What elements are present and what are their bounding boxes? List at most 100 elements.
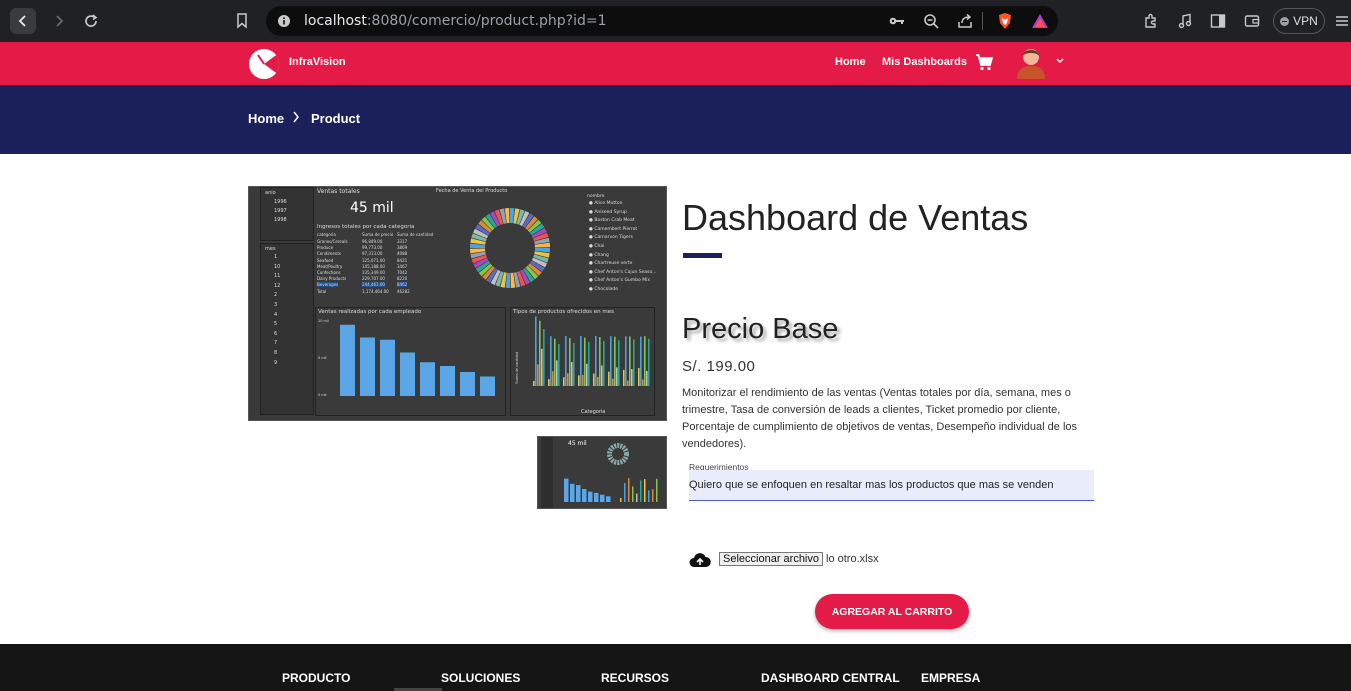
grouped-bar xyxy=(623,369,625,386)
browser-toolbar: localhost:8080/comercio/product.php?id=1… xyxy=(0,0,1351,42)
add-to-cart-button[interactable]: AGREGAR AL CARRITO xyxy=(815,594,969,629)
table-cell: 1,174,464.00 xyxy=(362,288,389,294)
zoom-out-icon[interactable] xyxy=(922,12,940,30)
address-bar[interactable]: localhost:8080/comercio/product.php?id=1 xyxy=(266,6,1058,36)
thumb-grouped-bar xyxy=(620,498,622,502)
thumb-bar xyxy=(606,496,611,502)
anio-slicer: anio 1996 1997 1998 xyxy=(260,187,314,241)
grouped-bar xyxy=(648,338,650,386)
legend-item: ● Chang xyxy=(589,252,609,258)
table-cell: Meat/Poultry xyxy=(317,263,343,269)
menu-icon[interactable] xyxy=(1334,12,1350,30)
table-cell: Beverages xyxy=(317,282,339,288)
thumb-grouped-bar xyxy=(656,478,658,502)
month-item: 8 xyxy=(274,350,278,356)
vpn-button[interactable]: VPN xyxy=(1273,8,1325,34)
table-cell: Total xyxy=(317,288,327,294)
thumb-grouped-bar xyxy=(624,483,626,502)
month-item: 5 xyxy=(274,321,278,328)
employee-bar xyxy=(400,352,415,396)
wallet-icon[interactable] xyxy=(1243,12,1261,30)
brand-name[interactable]: InfraVision xyxy=(289,56,346,68)
footer-heading-soluciones: SOLUCIONES xyxy=(441,671,521,685)
table-cell: 135,349.00 xyxy=(362,270,385,275)
grouped-bar xyxy=(608,371,610,386)
infravision-logo[interactable] xyxy=(249,49,279,79)
grouped-bar xyxy=(614,336,616,386)
employee-chart-panel: Ventas realizadas por cada empleado 10 m… xyxy=(315,307,506,416)
grouped-bar xyxy=(603,341,605,386)
forward-icon[interactable] xyxy=(46,8,72,34)
thumb-bar xyxy=(594,492,599,502)
anio-label: anio xyxy=(265,190,276,196)
file-select-button[interactable]: Seleccionar archivo xyxy=(719,552,823,566)
grouped-bar xyxy=(601,365,603,386)
user-avatar[interactable] xyxy=(1014,45,1048,79)
grouped-bar xyxy=(586,363,588,386)
legend-item: ● Chocolade xyxy=(589,287,618,292)
requirements-input[interactable]: Quiero que se enfoquen en resaltar mas l… xyxy=(689,470,1094,501)
thumb-kpi-value: 45 mil xyxy=(568,440,587,447)
employee-bar xyxy=(380,339,395,396)
employee-bar xyxy=(480,376,495,396)
brave-shield-icon[interactable] xyxy=(996,11,1014,31)
thumb-bars xyxy=(564,478,658,502)
sidebar-icon[interactable] xyxy=(1209,12,1227,30)
table-cell: Dairy Products xyxy=(317,276,347,282)
legend-item: ● Carnarvon Tigers xyxy=(589,235,633,241)
legend-item: ● Chef Anton's Cajun Seaso... xyxy=(589,269,657,275)
brave-rewards-icon[interactable] xyxy=(1030,12,1050,30)
mes-slicer: mes 1 10 11 12 2 3 4 5 6 7 8 9 xyxy=(260,243,314,415)
thumb-bar xyxy=(582,489,587,502)
extensions-icon[interactable] xyxy=(1142,12,1160,30)
nav-home[interactable]: Home xyxy=(835,56,866,68)
donut-chart xyxy=(470,208,550,288)
product-type-chart-panel: Tipos de productos ofrecidos en mes Suma… xyxy=(510,307,655,416)
table-cell: 46282 xyxy=(397,288,410,294)
grouped-bar xyxy=(610,336,612,386)
product-thumbnail[interactable]: 45 mil xyxy=(537,436,667,509)
music-icon[interactable] xyxy=(1176,12,1194,30)
thumb-donut xyxy=(607,443,629,465)
table-cell: 99,773.00 xyxy=(362,245,383,251)
product-price: S/. 199.00 xyxy=(682,358,756,375)
thumb-grouped-bar xyxy=(636,493,638,502)
table-cell: Condiments xyxy=(317,251,341,257)
vpn-label: VPN xyxy=(1293,14,1318,28)
product-main-image[interactable]: anio 1996 1997 1998 mes 1 10 11 12 2 3 4 5 6 7 8 9 … xyxy=(248,186,667,421)
reload-icon[interactable] xyxy=(80,8,102,34)
year-item: 1996 xyxy=(274,199,287,205)
month-item: 9 xyxy=(274,359,278,366)
month-item: 4 xyxy=(274,311,278,318)
cart-icon[interactable] xyxy=(975,53,994,76)
chevron-down-icon[interactable] xyxy=(1056,56,1064,67)
vpn-status-icon xyxy=(1280,16,1290,26)
thumb-bar xyxy=(588,491,593,502)
breadcrumb-home[interactable]: Home xyxy=(248,111,284,126)
table-cell: 229,707.00 xyxy=(362,276,385,282)
nav-mis-dashboards[interactable]: Mis Dashboards xyxy=(882,56,967,68)
table-header: Suma de precio xyxy=(362,232,394,237)
back-icon[interactable] xyxy=(10,8,36,34)
grouped-bar xyxy=(646,370,648,386)
grouped-bar xyxy=(644,336,646,386)
grouped-x-label: Categoria xyxy=(581,409,606,415)
year-item: 1998 xyxy=(274,217,287,223)
site-info-icon[interactable] xyxy=(276,13,292,29)
grouped-bar xyxy=(595,336,597,386)
grouped-bar xyxy=(578,375,580,386)
key-icon[interactable] xyxy=(888,13,906,29)
grouped-bar xyxy=(584,337,586,386)
table-cell: 125,071.00 xyxy=(362,257,385,263)
grouped-bar xyxy=(535,316,537,386)
bookmark-icon[interactable] xyxy=(233,11,251,31)
footer-heading-dashboard-central: DASHBOARD CENTRAL xyxy=(761,671,900,685)
grouped-bar xyxy=(573,342,575,386)
url-host: localhost xyxy=(304,13,367,29)
share-icon[interactable] xyxy=(956,12,974,30)
table-cell: 96,849.00 xyxy=(362,239,383,244)
table-header: Suma de cantidad xyxy=(397,232,434,237)
kpi-value: 45 mil xyxy=(350,200,394,216)
employee-bar xyxy=(420,362,435,396)
thumb-grouped-bar xyxy=(632,486,634,502)
